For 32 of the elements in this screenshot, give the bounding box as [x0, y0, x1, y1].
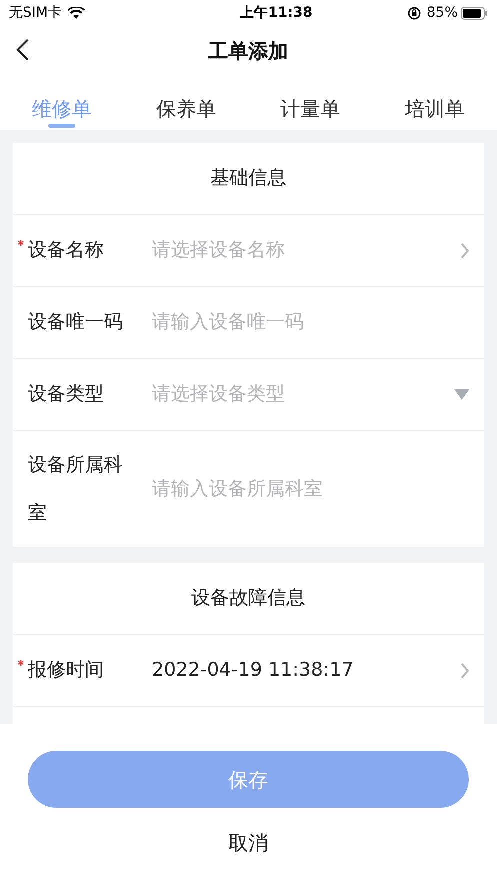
- tab-indicator: [48, 124, 76, 128]
- field-label: 设备类型: [28, 382, 105, 408]
- carrier-text: 无SIM卡: [9, 4, 62, 22]
- time-text: 上午11:38: [239, 4, 313, 22]
- tab[interactable]: 计量单: [280, 90, 341, 128]
- tab[interactable]: 培训单: [404, 90, 465, 128]
- input-field[interactable]: 请输入设备唯一码: [152, 308, 470, 337]
- page-title: 工单添加: [208, 38, 288, 65]
- wifi-icon: [68, 7, 86, 19]
- field-label: 设备名称: [28, 238, 105, 264]
- chevron-right-icon: [460, 242, 470, 260]
- field-label: 报修时间: [28, 658, 105, 684]
- field-label: 设备所属科室: [28, 453, 124, 526]
- section-title: 设备故障信息: [192, 586, 306, 612]
- required-icon: [18, 660, 24, 666]
- battery-icon: [461, 6, 488, 20]
- field-label: 设备唯一码: [28, 310, 124, 336]
- chevron-right-icon: [460, 662, 470, 680]
- section-title: 基础信息: [210, 166, 286, 192]
- picker-field[interactable]: 请选择设备类型: [152, 380, 454, 409]
- required-icon: [18, 240, 24, 246]
- rotation-lock-icon: [408, 6, 421, 20]
- tab[interactable]: 维修单: [32, 90, 92, 128]
- back-icon: [16, 38, 30, 62]
- input-field[interactable]: 请输入设备所属科室: [152, 474, 470, 504]
- save-button[interactable]: 保存: [28, 751, 469, 808]
- tab[interactable]: 保养单: [156, 90, 216, 128]
- cancel-button[interactable]: 取消: [218, 824, 278, 862]
- battery-percent: 85%: [426, 4, 458, 22]
- triangle-down-icon: [454, 389, 470, 400]
- picker-field[interactable]: 请选择设备名称: [152, 236, 460, 265]
- picker-field[interactable]: 2022-04-19 11:38:17: [152, 656, 460, 685]
